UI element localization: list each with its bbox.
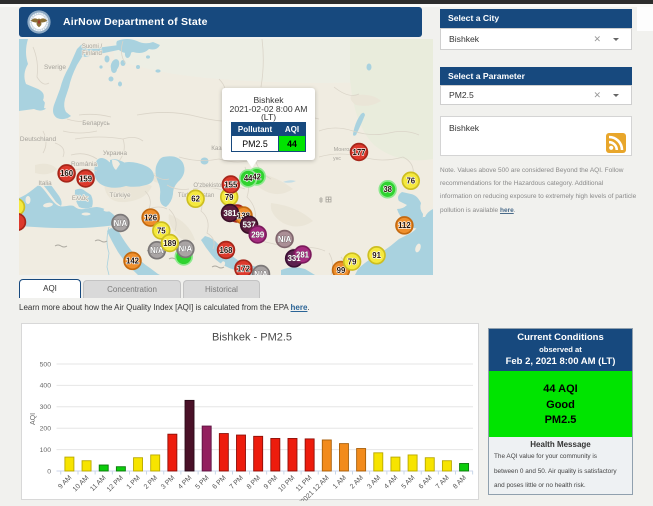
svg-text:1 AM: 1 AM (332, 474, 348, 490)
svg-text:7 AM: 7 AM (435, 474, 451, 490)
svg-text:189: 189 (163, 239, 177, 248)
svg-text:7 PM: 7 PM (229, 474, 246, 491)
svg-text:400: 400 (40, 383, 52, 390)
svg-text:10 AM: 10 AM (72, 474, 91, 493)
svg-text:300: 300 (40, 404, 52, 411)
svg-text:O'zbekiston: O'zbekiston (193, 183, 224, 189)
svg-text:N/A: N/A (114, 219, 128, 228)
svg-text:România: România (71, 161, 97, 168)
svg-text:75: 75 (157, 226, 166, 235)
svg-text:100: 100 (40, 447, 52, 454)
svg-text:Italia: Italia (38, 180, 52, 187)
svg-text:Suomi /: Suomi / (82, 44, 103, 50)
svg-text:38: 38 (383, 185, 392, 194)
svg-text:42: 42 (252, 172, 261, 181)
svg-text:4 AM: 4 AM (383, 474, 399, 490)
svg-text:11 AM: 11 AM (89, 474, 108, 493)
svg-text:N/A: N/A (278, 235, 292, 244)
svg-text:8 AM: 8 AM (452, 474, 468, 490)
svg-text:Украина: Украина (103, 150, 127, 157)
svg-text:Беларусь: Беларусь (82, 120, 110, 127)
svg-text:168: 168 (219, 246, 233, 255)
svg-text:2 PM: 2 PM (143, 474, 160, 491)
svg-text:Ελλάς: Ελλάς (72, 195, 88, 202)
svg-text:Deutschland: Deutschland (20, 136, 57, 143)
svg-text:155: 155 (224, 180, 238, 189)
svg-text:177: 177 (352, 148, 365, 157)
svg-text:Sverige: Sverige (44, 64, 66, 71)
svg-text:12 PM: 12 PM (106, 474, 125, 493)
svg-text:281: 281 (296, 250, 310, 259)
svg-text:0: 0 (47, 468, 51, 475)
svg-text:8 PM: 8 PM (246, 474, 263, 491)
svg-text:Türkiye: Türkiye (109, 192, 131, 199)
svg-text:4 PM: 4 PM (177, 474, 194, 491)
svg-text:62: 62 (191, 195, 200, 204)
svg-text:3 PM: 3 PM (160, 474, 177, 491)
svg-text:10 PM: 10 PM (277, 474, 296, 493)
svg-text:1 PM: 1 PM (126, 474, 143, 491)
svg-text:N/A: N/A (179, 245, 193, 254)
svg-text:172: 172 (237, 264, 251, 273)
svg-text:5 PM: 5 PM (194, 474, 211, 491)
svg-text:112: 112 (398, 221, 411, 230)
svg-text:76: 76 (406, 177, 415, 186)
svg-text:142: 142 (126, 257, 140, 266)
svg-text:6 PM: 6 PM (211, 474, 228, 491)
svg-text:159: 159 (79, 174, 93, 183)
svg-text:381: 381 (223, 209, 237, 218)
svg-text:79: 79 (225, 193, 234, 202)
svg-text:126: 126 (144, 213, 158, 222)
svg-text:299: 299 (251, 230, 265, 239)
svg-text:160: 160 (60, 169, 74, 178)
svg-text:AQI: AQI (30, 413, 37, 425)
svg-text:5 AM: 5 AM (400, 474, 416, 490)
svg-text:91: 91 (372, 251, 381, 260)
svg-text:Bishkek - PM2.5: Bishkek - PM2.5 (212, 332, 292, 344)
svg-text:yнc: yнc (333, 156, 341, 162)
svg-text:99: 99 (337, 266, 346, 275)
svg-text:N/A: N/A (254, 270, 268, 275)
svg-text:200: 200 (40, 426, 52, 433)
svg-text:Монгол: Монгол (334, 147, 353, 153)
svg-text:2 AM: 2 AM (349, 474, 365, 490)
svg-text:Finland: Finland (82, 51, 102, 57)
svg-text:44: 44 (244, 174, 253, 183)
svg-text:79: 79 (348, 257, 357, 266)
svg-text:500: 500 (40, 361, 52, 368)
svg-text:3 AM: 3 AM (366, 474, 382, 490)
svg-text:6 AM: 6 AM (418, 474, 434, 490)
